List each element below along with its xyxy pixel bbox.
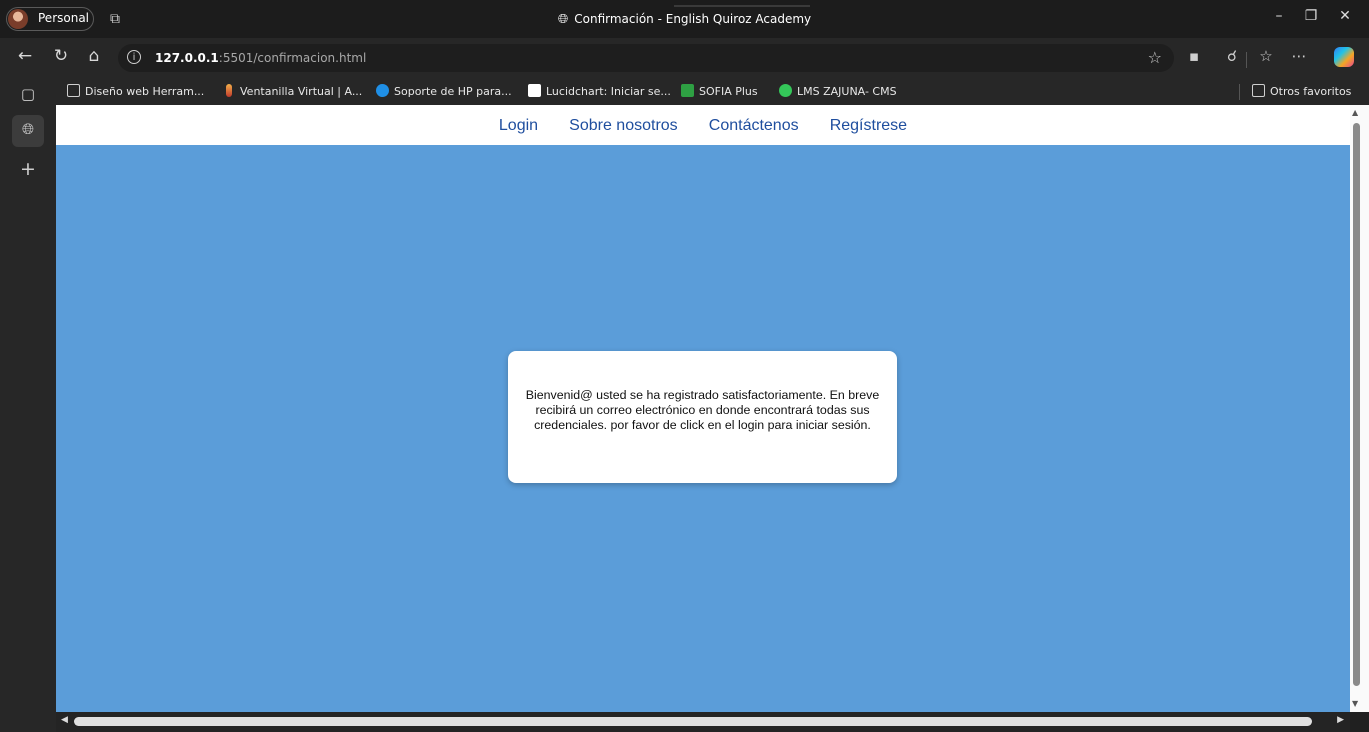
nav-link-login[interactable]: Login (499, 105, 538, 147)
horizontal-scroll-thumb[interactable] (74, 717, 1312, 726)
home-icon[interactable]: ⌂ (83, 46, 105, 66)
globe-icon: 🌐︎ (557, 12, 569, 27)
bookmarks-bar: Diseño web Herram... Ventanilla Virtual … (0, 78, 1369, 105)
pin-icon (226, 84, 232, 97)
bookmark-item[interactable]: SOFIA Plus (681, 84, 758, 98)
favorite-star-icon[interactable]: ☆ (1148, 48, 1162, 67)
minimize-icon[interactable]: – (1269, 8, 1289, 24)
scroll-left-icon[interactable]: ◀ (61, 715, 68, 725)
confirmation-card: Bienvenid@ usted se ha registrado satisf… (508, 351, 897, 483)
bookmark-label: LMS ZAJUNA- CMS (797, 85, 897, 98)
bookmark-label: Soporte de HP para... (394, 85, 512, 98)
other-favorites-label: Otros favoritos (1270, 85, 1352, 98)
window-title: 🌐︎ Confirmación - English Quiroz Academy (0, 12, 1369, 27)
vertical-scroll-thumb[interactable] (1353, 123, 1360, 686)
scroll-down-icon[interactable]: ▼ (1352, 699, 1358, 708)
bookmark-label: Lucidchart: Iniciar se... (546, 85, 671, 98)
nav-link-contact[interactable]: Contáctenos (709, 105, 799, 147)
refresh-icon[interactable]: ↻ (50, 46, 72, 66)
bookmark-item[interactable]: LMS ZAJUNA- CMS (779, 84, 897, 98)
scroll-right-icon[interactable]: ▶ (1337, 715, 1344, 725)
hp-icon (376, 84, 389, 97)
active-tab-indicator (674, 5, 810, 7)
close-icon[interactable]: ✕ (1335, 8, 1355, 24)
bookmark-label: Ventanilla Virtual | A... (240, 85, 363, 98)
site-info-icon[interactable]: i (127, 50, 141, 64)
restore-icon[interactable]: ❐ (1301, 8, 1321, 24)
more-options-icon[interactable]: ⋯ (1289, 47, 1309, 65)
browser-essentials-icon[interactable]: ☌ (1222, 47, 1242, 65)
url-host: 127.0.0.1 (155, 51, 219, 65)
url-text[interactable]: 127.0.0.1:5501/confirmacion.html (155, 51, 366, 65)
tab-panel-icon[interactable]: ▢ (18, 85, 38, 103)
confirmation-message: Bienvenid@ usted se ha registrado satisf… (525, 388, 880, 432)
horizontal-scrollbar[interactable]: ◀ ▶ (56, 712, 1350, 732)
bookmark-item[interactable]: Soporte de HP para... (376, 84, 512, 98)
bookmark-label: Diseño web Herram... (85, 85, 205, 98)
site-navbar: Login Sobre nosotros Contáctenos Regístr… (56, 105, 1350, 145)
toolbar-separator (1246, 52, 1247, 68)
nav-link-register[interactable]: Regístrese (830, 105, 907, 147)
window-title-text: Confirmación - English Quiroz Academy (574, 12, 812, 26)
lucidchart-icon (528, 84, 541, 97)
other-favorites[interactable]: Otros favoritos (1252, 84, 1351, 98)
folder-icon (67, 84, 80, 97)
browser-title-bar: Personal ⧉ 🌐︎ Confirmación - English Quir… (0, 0, 1369, 38)
bookmark-item[interactable]: Lucidchart: Iniciar se... (528, 84, 671, 98)
lms-icon (779, 84, 792, 97)
address-bar[interactable]: i 127.0.0.1:5501/confirmacion.html ☆ (118, 44, 1174, 72)
url-path: :5501/confirmacion.html (218, 51, 367, 65)
favorites-icon[interactable]: ☆ (1256, 47, 1276, 65)
new-tab-icon[interactable]: + (18, 158, 38, 180)
browser-toolbar: ← ↻ ⌂ i 127.0.0.1:5501/confirmacion.html… (0, 38, 1369, 78)
scroll-up-icon[interactable]: ▲ (1352, 108, 1358, 117)
page-viewport: Login Sobre nosotros Contáctenos Regístr… (56, 105, 1350, 712)
bookmark-item[interactable]: Diseño web Herram... (67, 84, 204, 98)
extensions-icon[interactable]: ▪ (1184, 47, 1204, 65)
sofia-icon (681, 84, 694, 97)
back-icon[interactable]: ← (14, 46, 36, 66)
copilot-icon[interactable] (1334, 47, 1354, 67)
vertical-scrollbar[interactable]: ▲ ▼ (1350, 105, 1369, 712)
bookmarks-separator (1239, 84, 1240, 100)
globe-icon[interactable]: 🌐︎ (18, 120, 38, 138)
vertical-tabs-sidebar: ▢ 🌐︎ + (0, 85, 56, 732)
bookmark-item[interactable]: Ventanilla Virtual | A... (223, 84, 362, 98)
folder-icon (1252, 84, 1265, 97)
nav-link-about[interactable]: Sobre nosotros (569, 105, 678, 147)
bookmark-label: SOFIA Plus (699, 85, 758, 98)
